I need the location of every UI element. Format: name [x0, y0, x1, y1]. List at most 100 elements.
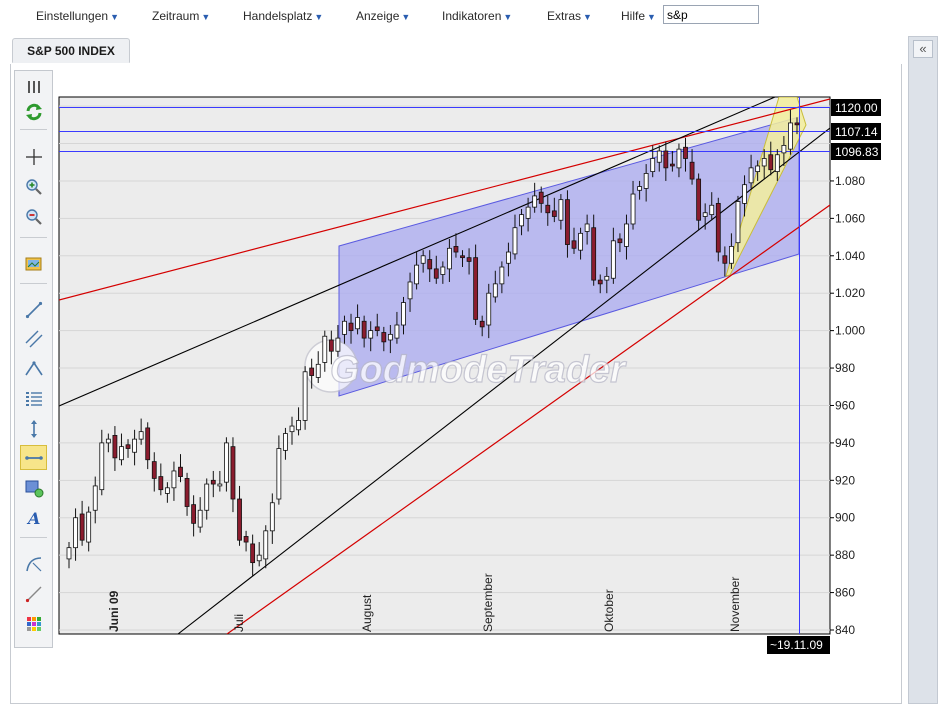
candle: [178, 466, 183, 477]
candle: [171, 470, 177, 489]
candle: [381, 332, 387, 343]
candle: [164, 487, 170, 494]
candle: [565, 199, 570, 245]
candle: [66, 547, 72, 560]
candle: [348, 322, 354, 332]
candle: [138, 431, 144, 440]
candle: [237, 498, 242, 541]
candle: [610, 240, 616, 279]
y-tick-label: 880: [835, 548, 855, 562]
candle: [656, 150, 662, 163]
candle: [624, 223, 629, 247]
price-chart[interactable]: GodmodeTrader Juni 09 Juli August Septem…: [0, 0, 945, 708]
candle: [361, 320, 367, 339]
candle: [584, 223, 590, 232]
candle: [407, 281, 413, 300]
y-tick-label: 1.020: [835, 286, 865, 300]
candle: [761, 158, 767, 167]
candle: [617, 238, 623, 244]
candle: [604, 275, 610, 281]
candle: [315, 363, 321, 378]
candle: [742, 184, 747, 204]
candle: [158, 476, 164, 491]
candle: [256, 554, 262, 562]
candle: [486, 292, 492, 326]
candle: [663, 150, 669, 169]
candle: [499, 266, 505, 285]
level-label-1120: 1120.00: [831, 99, 881, 116]
candle: [132, 438, 137, 453]
candle: [309, 367, 315, 376]
candle: [729, 246, 734, 264]
candle: [243, 536, 249, 543]
candle: [191, 504, 197, 524]
candle: [217, 483, 223, 487]
candle: [289, 425, 295, 433]
candle: [440, 266, 446, 275]
candle: [112, 435, 118, 459]
y-tick-label: 980: [835, 361, 855, 375]
candle: [558, 199, 564, 221]
candle: [637, 186, 642, 191]
level-label-1107: 1107.14: [831, 123, 881, 140]
candle: [748, 167, 754, 184]
y-axis-labels: 1.080 1.060 1.040 1.020 1.000 980 960 940 920 900…: [830, 174, 865, 637]
candle: [755, 165, 761, 172]
candle: [709, 204, 715, 216]
candle: [387, 333, 393, 341]
candle: [774, 154, 780, 172]
candle: [322, 335, 328, 363]
candle: [473, 257, 479, 320]
candle: [722, 255, 728, 264]
candle: [689, 161, 695, 180]
candle: [368, 330, 374, 339]
candle: [420, 255, 426, 264]
candle: [715, 202, 721, 253]
candle: [355, 317, 360, 330]
candle: [224, 442, 229, 483]
candle: [460, 255, 465, 259]
y-tick-label: 840: [835, 623, 855, 637]
candle: [519, 214, 524, 227]
candle: [328, 339, 334, 352]
candle: [643, 173, 649, 189]
candle: [597, 279, 603, 285]
candle: [669, 163, 675, 167]
candle: [401, 302, 406, 326]
candle: [551, 210, 557, 217]
month-label-august: August: [360, 594, 374, 632]
candle: [73, 517, 78, 549]
y-tick-label: 1.080: [835, 174, 865, 188]
candle: [105, 438, 111, 444]
candle: [427, 259, 433, 270]
candle: [145, 427, 151, 461]
candle: [204, 483, 210, 511]
y-tick-label: 900: [835, 511, 855, 525]
svg-text:GodmodeTrader: GodmodeTrader: [330, 349, 627, 391]
date-marker-label: ~19.11.09: [767, 636, 830, 654]
month-label-november: November: [728, 577, 742, 632]
level-label-1096: 1096.83: [831, 143, 881, 160]
y-tick-label: 960: [835, 398, 855, 412]
svg-text:1107.14: 1107.14: [835, 125, 878, 139]
month-label-juni: Juni 09: [107, 590, 121, 632]
candle: [125, 444, 131, 449]
candle: [79, 513, 85, 541]
candle: [794, 122, 800, 126]
month-label-september: September: [481, 573, 495, 632]
candle: [676, 148, 682, 169]
candle: [394, 324, 400, 339]
candle: [735, 201, 741, 244]
month-label-oktober: Oktober: [602, 589, 616, 632]
candle: [446, 247, 452, 270]
candle: [335, 337, 341, 352]
candle: [151, 461, 157, 479]
candle: [512, 227, 518, 255]
candle: [506, 251, 511, 264]
candle: [591, 227, 597, 281]
candle: [479, 320, 485, 328]
candle: [92, 485, 98, 511]
candle: [433, 268, 439, 279]
candle: [538, 191, 544, 204]
candle: [414, 264, 420, 285]
